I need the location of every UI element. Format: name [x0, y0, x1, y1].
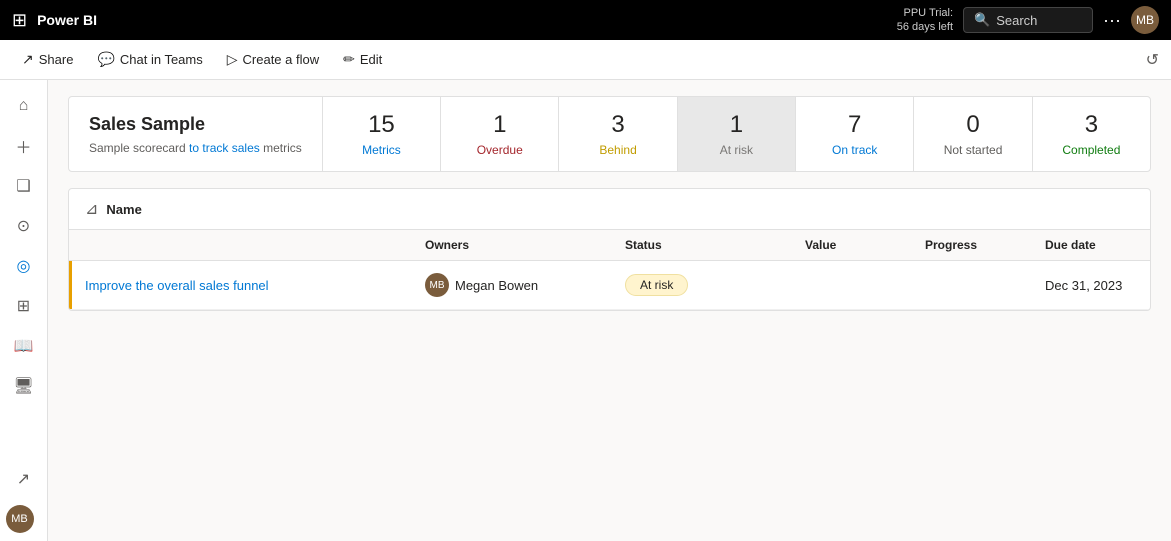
table-row: Improve the overall sales funnel MB Mega…: [69, 261, 1150, 310]
column-name-header: Name: [106, 202, 141, 217]
flow-icon: ▷: [227, 51, 238, 68]
col-header-name: [85, 238, 425, 252]
scorecard-link[interactable]: to track sales: [189, 141, 260, 155]
sidebar-apps-icon[interactable]: ⊞: [6, 288, 42, 324]
metric-tile-overdue[interactable]: 1 Overdue: [441, 97, 559, 171]
col-header-duedate: Due date: [1045, 238, 1151, 252]
scorecard-title: Sales Sample: [89, 114, 302, 135]
filter-icon[interactable]: ⊿: [85, 199, 98, 219]
table-col-headers: Owners Status Value Progress Due date: [69, 230, 1150, 261]
edit-button[interactable]: ✏ Edit: [333, 47, 392, 72]
metric-tile-notstarted[interactable]: 0 Not started: [914, 97, 1032, 171]
owner-name: Megan Bowen: [455, 278, 538, 293]
sidebar-create-icon[interactable]: ＋: [6, 128, 42, 164]
user-avatar[interactable]: MB: [1131, 6, 1159, 34]
content-area: Sales Sample Sample scorecard to track s…: [48, 80, 1171, 541]
col-header-progress: Progress: [925, 238, 1045, 252]
sidebar-user-avatar[interactable]: MB: [6, 505, 34, 533]
main-layout: ⌂ ＋ ❑ ⊙ ◎ ⊞ 📖 🖥 ↗ MB Sales Sample Sample…: [0, 80, 1171, 541]
share-button[interactable]: ↗ Share: [12, 47, 83, 72]
sidebar-home-icon[interactable]: ⌂: [6, 88, 42, 124]
refresh-icon[interactable]: ↺: [1146, 50, 1159, 70]
edit-icon: ✏: [343, 51, 355, 68]
chat-icon: 💬: [97, 51, 114, 68]
sidebar-monitor-icon[interactable]: 🖥: [6, 368, 42, 404]
col-header-owners: Owners: [425, 238, 625, 252]
waffle-menu-icon[interactable]: ⊞: [12, 10, 27, 31]
sidebar-learn-icon[interactable]: 📖: [6, 328, 42, 364]
chat-teams-button[interactable]: 💬 Chat in Teams: [87, 47, 212, 72]
metric-tile-behind[interactable]: 3 Behind: [559, 97, 677, 171]
scorecard-title-section: Sales Sample Sample scorecard to track s…: [69, 97, 323, 171]
search-icon: 🔍: [974, 12, 990, 28]
app-title: Power BI: [37, 12, 97, 28]
status-cell: At risk: [625, 274, 805, 296]
due-date-cell: Dec 31, 2023: [1045, 278, 1151, 293]
table-toolbar: ⊿ Name: [69, 189, 1150, 230]
owner-avatar: MB: [425, 273, 449, 297]
metric-tile-metrics[interactable]: 15 Metrics: [323, 97, 441, 171]
topbar: ⊞ Power BI PPU Trial: 56 days left 🔍 Sea…: [0, 0, 1171, 40]
sidebar-goals-icon[interactable]: ◎: [6, 248, 42, 284]
share-icon: ↗: [22, 51, 34, 68]
trial-info: PPU Trial: 56 days left: [897, 6, 953, 35]
metric-tile-atrisk[interactable]: 1 At risk: [678, 97, 796, 171]
metric-tile-ontrack[interactable]: 7 On track: [796, 97, 914, 171]
metric-tile-completed[interactable]: 3 Completed: [1033, 97, 1150, 171]
search-box[interactable]: 🔍 Search: [963, 7, 1093, 33]
sidebar-browse-icon[interactable]: ❑: [6, 168, 42, 204]
col-header-value: Value: [805, 238, 925, 252]
col-header-status: Status: [625, 238, 805, 252]
scorecard-header: Sales Sample Sample scorecard to track s…: [68, 96, 1151, 172]
scorecard-description: Sample scorecard to track sales metrics: [89, 141, 302, 155]
owner-cell: MB Megan Bowen: [425, 273, 625, 297]
create-flow-button[interactable]: ▷ Create a flow: [217, 47, 329, 72]
status-badge: At risk: [625, 274, 688, 296]
actionbar: ↗ Share 💬 Chat in Teams ▷ Create a flow …: [0, 40, 1171, 80]
scorecard-table: ⊿ Name Owners Status Value Progress Due …: [68, 188, 1151, 311]
row-name[interactable]: Improve the overall sales funnel: [85, 278, 425, 293]
sidebar: ⌂ ＋ ❑ ⊙ ◎ ⊞ 📖 🖥 ↗ MB: [0, 80, 48, 541]
sidebar-datahub-icon[interactable]: ⊙: [6, 208, 42, 244]
more-options-icon[interactable]: ···: [1103, 10, 1121, 31]
sidebar-expand-icon[interactable]: ↗: [6, 461, 42, 497]
